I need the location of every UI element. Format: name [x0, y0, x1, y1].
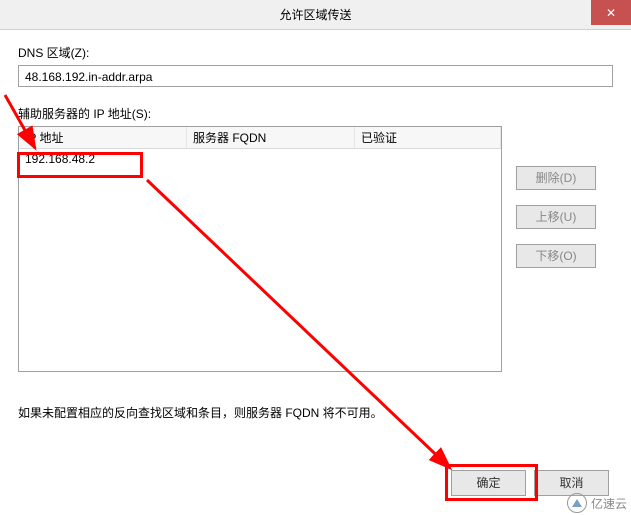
close-icon: ✕ — [606, 6, 616, 20]
ip-address-input[interactable] — [23, 151, 183, 167]
watermark-text: 亿速云 — [591, 495, 627, 512]
column-header-verified[interactable]: 已验证 — [355, 127, 501, 148]
dialog-title: 允许区域传送 — [279, 6, 351, 23]
secondary-servers-label: 辅助服务器的 IP 地址(S): — [18, 105, 613, 122]
close-button[interactable]: ✕ — [591, 0, 631, 25]
delete-button[interactable]: 删除(D) — [516, 166, 596, 190]
dns-zone-label: DNS 区域(Z): — [18, 44, 613, 61]
servers-table: IP 地址 服务器 FQDN 已验证 — [18, 126, 502, 372]
watermark-icon — [567, 493, 587, 513]
ok-button[interactable]: 确定 — [451, 470, 526, 496]
table-row[interactable] — [19, 149, 501, 169]
dialog-body: DNS 区域(Z): 48.168.192.in-addr.arpa 辅助服务器… — [0, 30, 631, 386]
column-header-fqdn[interactable]: 服务器 FQDN — [187, 127, 355, 148]
dns-zone-field: 48.168.192.in-addr.arpa — [18, 65, 613, 87]
table-header: IP 地址 服务器 FQDN 已验证 — [19, 127, 501, 149]
ip-cell — [19, 150, 187, 168]
move-up-button[interactable]: 上移(U) — [516, 205, 596, 229]
title-bar: 允许区域传送 ✕ — [0, 0, 631, 30]
side-buttons: 删除(D) 上移(U) 下移(O) — [516, 166, 596, 268]
column-header-ip[interactable]: IP 地址 — [19, 127, 187, 148]
move-down-button[interactable]: 下移(O) — [516, 244, 596, 268]
watermark: 亿速云 — [567, 493, 627, 513]
note-text: 如果未配置相应的反向查找区域和条目，则服务器 FQDN 将不可用。 — [18, 404, 383, 421]
